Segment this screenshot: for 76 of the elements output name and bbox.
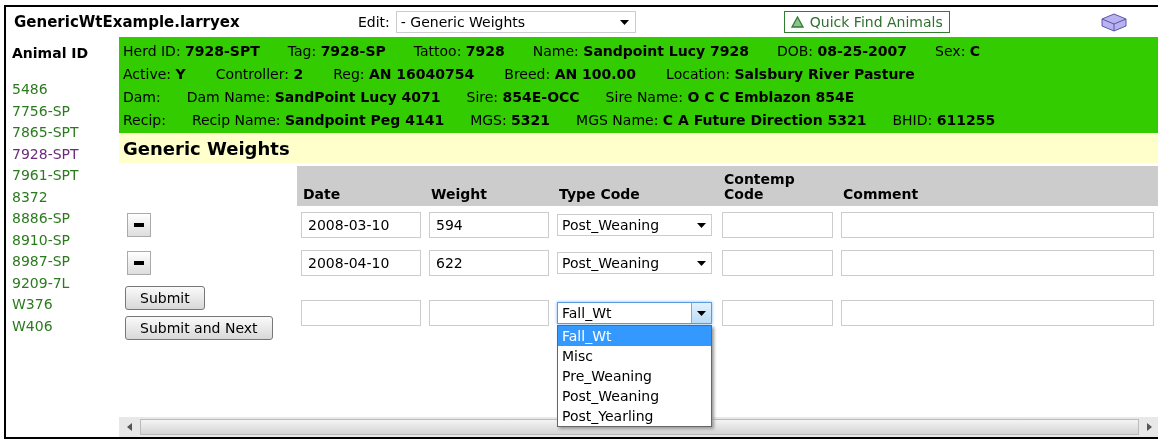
contemp-code-field[interactable] — [722, 250, 833, 276]
minus-icon — [134, 261, 144, 265]
quick-find-button[interactable]: Quick Find Animals — [783, 11, 950, 33]
animal-link[interactable]: 8886-SP — [12, 208, 119, 230]
animal-link[interactable]: 8372 — [12, 186, 119, 208]
info-field: Sire Name: O C C Emblazon 854E — [605, 88, 855, 105]
section-title: Generic Weights — [123, 137, 290, 159]
comment-field[interactable] — [841, 212, 1154, 238]
animal-link[interactable]: 9209-7L — [12, 272, 119, 294]
column-header: Weight — [425, 166, 553, 206]
comment-field[interactable] — [841, 300, 1154, 326]
animal-link[interactable]: 7756-SP — [12, 100, 119, 122]
minus-icon — [134, 223, 144, 227]
window-title: GenericWtExample.larryex — [14, 13, 241, 31]
edit-label: Edit: — [358, 14, 390, 30]
column-header: Date — [297, 166, 425, 206]
info-field: Location: Salsbury River Pasture — [666, 65, 915, 82]
remove-button[interactable] — [127, 213, 151, 237]
dropdown-option[interactable]: Pre_Weaning — [558, 366, 711, 386]
column-header: Contemp Code — [718, 166, 837, 206]
submit-button[interactable]: Submit and Next — [125, 316, 273, 340]
animal-link[interactable]: 8910-SP — [12, 229, 119, 251]
info-field: BHID: 611255 — [892, 111, 996, 128]
animal-link[interactable]: W406 — [12, 315, 119, 337]
animal-link[interactable]: 7865-SPT — [12, 122, 119, 144]
animal-link[interactable]: 8987-SP — [12, 251, 119, 273]
box-icon[interactable] — [1100, 11, 1128, 33]
left-arrow-icon[interactable] — [127, 423, 132, 431]
weight-field[interactable] — [429, 300, 549, 326]
dropdown[interactable]: Post_Weaning — [557, 214, 712, 236]
info-field: Tag: 7928-SP — [287, 42, 386, 59]
animal-link[interactable]: 7961-SPT — [12, 165, 119, 187]
date-field[interactable] — [301, 300, 421, 326]
info-field: Sex: C — [935, 42, 981, 59]
info-field: Sire: 854E-OCC — [466, 88, 580, 105]
info-field: Recip: — [123, 111, 166, 128]
right-arrow-icon[interactable] — [1147, 423, 1152, 431]
date-field[interactable]: 2008-03-10 — [301, 212, 421, 238]
submit-button[interactable]: Submit — [125, 286, 205, 310]
sidebar-heading: Animal ID — [12, 45, 90, 61]
caret-icon — [696, 222, 706, 228]
info-field: Herd ID: 7928-SPT — [123, 42, 260, 59]
info-field: MGS: 5321 — [470, 111, 551, 128]
column-header: Comment — [837, 166, 1158, 206]
caret-icon — [620, 19, 630, 25]
comment-field[interactable] — [841, 250, 1154, 276]
dropdown[interactable]: Post_Weaning — [557, 252, 712, 274]
remove-button[interactable] — [127, 251, 151, 275]
info-field: MGS Name: C A Future Direction 5321 — [576, 111, 867, 128]
caret-icon — [696, 260, 706, 266]
info-field: Tattoo: 7928 — [413, 42, 505, 59]
column-header: Type Code — [553, 166, 718, 206]
info-field: Recip Name: Sandpoint Peg 4141 — [191, 111, 445, 128]
animal-link[interactable]: 5486 — [12, 79, 119, 101]
info-field: Dam Name: SandPoint Lucy 4071 — [186, 88, 441, 105]
info-field: Active: Y — [123, 65, 186, 82]
animal-link[interactable]: W376 — [12, 294, 119, 316]
contemp-code-field[interactable] — [722, 300, 833, 326]
triangle-icon — [790, 16, 804, 28]
weight-field[interactable]: 594 — [429, 212, 549, 238]
dropdown-option[interactable]: Post_Weaning — [558, 386, 711, 406]
caret-icon — [697, 310, 706, 316]
dropdown-option[interactable]: Misc — [558, 346, 711, 366]
info-field: DOB: 08-25-2007 — [776, 42, 908, 59]
contemp-code-field[interactable] — [722, 212, 833, 238]
edit-dropdown[interactable]: - Generic Weights — [395, 11, 636, 33]
info-field: Breed: AN 100.00 — [504, 65, 637, 82]
info-field: Name: Sandpoint Lucy 7928 — [532, 42, 749, 59]
date-field[interactable]: 2008-04-10 — [301, 250, 421, 276]
info-field: Controller: 2 — [215, 65, 304, 82]
animal-link[interactable]: 7928-SPT — [12, 143, 119, 165]
dropdown-option[interactable]: Post_Yearling — [558, 406, 711, 426]
type-code-dropdown[interactable]: Fall_Wt — [557, 302, 712, 324]
info-field: Reg: AN 16040754 — [333, 65, 475, 82]
info-field: Dam: — [123, 88, 161, 105]
weight-field[interactable]: 622 — [429, 250, 549, 276]
